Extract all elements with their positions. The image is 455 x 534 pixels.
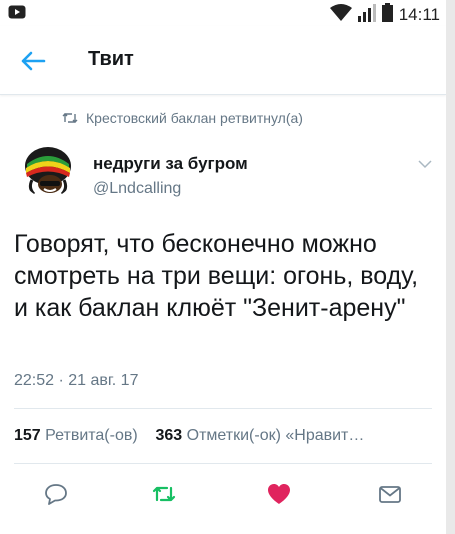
likes-stat[interactable]: 363 Отметки(-ок) «Нравит… — [155, 427, 364, 444]
signal-icon — [357, 3, 376, 27]
tweet-stats: 157 Ретвита(-ов) 363 Отметки(-ок) «Нрави… — [14, 427, 364, 445]
heart-icon — [268, 484, 290, 504]
like-button[interactable] — [267, 483, 291, 505]
like-count: 363 — [155, 427, 183, 444]
status-bar: 14:11 — [0, 0, 446, 26]
back-button[interactable] — [20, 50, 46, 72]
divider — [14, 408, 432, 409]
retweet-label: Ретвита(-ов) — [45, 427, 138, 444]
envelope-icon — [379, 486, 401, 503]
status-time: 14:11 — [398, 5, 440, 24]
more-options-button[interactable] — [418, 156, 432, 169]
screen-edge — [446, 0, 455, 534]
retweet-context[interactable]: Крестовский баклан ретвитнул(а) — [62, 110, 303, 126]
avatar[interactable] — [22, 146, 74, 198]
chevron-down-icon — [418, 160, 432, 169]
retweets-stat[interactable]: 157 Ретвита(-ов) — [14, 427, 138, 444]
message-button[interactable] — [378, 483, 402, 505]
retweet-text: Крестовский баклан ретвитнул(а) — [86, 110, 303, 126]
retweet-icon — [152, 486, 176, 502]
wifi-icon — [329, 3, 352, 27]
arrow-left-icon — [21, 51, 46, 71]
tweet-timestamp: 22:52 · 21 авг. 17 — [14, 372, 139, 389]
tweet-screen: 14:11 Твит Крестовский баклан ретвитнул(… — [0, 0, 446, 534]
retweet-icon — [62, 113, 78, 123]
author-handle[interactable]: @Lndcalling — [93, 180, 181, 198]
notification-icon — [8, 5, 26, 24]
reply-icon — [45, 484, 67, 505]
reply-button[interactable] — [44, 483, 68, 505]
app-header: Твит — [0, 26, 446, 95]
tweet-text: Говорят, что бесконечно можно смотреть н… — [14, 230, 419, 322]
battery-icon — [381, 3, 393, 27]
author-name[interactable]: недруги за бугром — [93, 154, 248, 174]
divider — [14, 463, 432, 464]
retweet-count: 157 — [14, 427, 41, 444]
page-title: Твит — [88, 48, 134, 70]
retweet-button[interactable] — [152, 483, 176, 505]
like-label: Отметки(-ок) «Нравит… — [186, 427, 365, 444]
